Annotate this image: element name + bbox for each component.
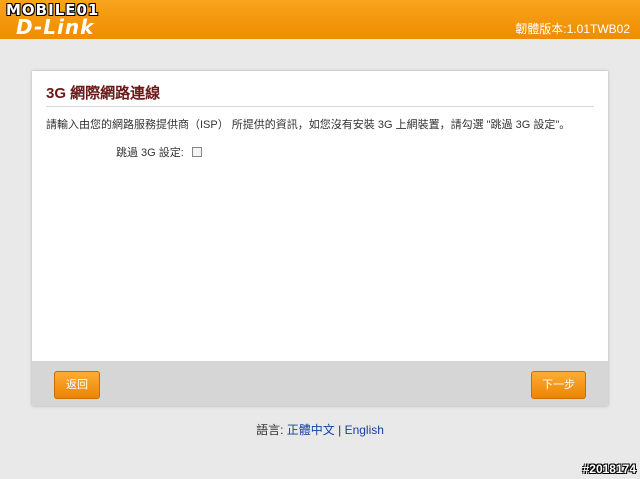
language-link-en[interactable]: English [345,423,384,437]
firmware-version: 韌體版本:1.01TWB02 [515,22,630,36]
skip-3g-checkbox[interactable] [191,147,202,157]
next-button[interactable]: 下一步 [531,371,586,399]
language-label: 語言: [256,423,284,437]
post-id-watermark: #2018174 [582,462,636,476]
dlink-logo: D-Link [16,15,95,39]
language-separator: | [338,423,342,437]
back-button[interactable]: 返回 [54,371,100,399]
language-selector: 語言: 正體中文 | English [0,421,640,438]
page-title: 3G 網際網路連線 [46,82,594,107]
skip-3g-row: 跳過 3G 設定: [116,144,202,160]
button-bar: 返回 下一步 [32,361,608,406]
instructions-text: 請輸入由您的網路服務提供商（ISP） 所提供的資訊，如您沒有安裝 3G 上網裝置… [46,119,571,131]
logo-area: MOBILE01 D-Link [6,2,99,39]
header-bar: MOBILE01 D-Link 韌體版本:1.01TWB02 [0,0,640,39]
language-link-zh[interactable]: 正體中文 [287,423,335,437]
skip-3g-label: 跳過 3G 設定: [116,147,184,159]
setup-panel: 3G 網際網路連線 請輸入由您的網路服務提供商（ISP） 所提供的資訊，如您沒有… [32,71,608,406]
